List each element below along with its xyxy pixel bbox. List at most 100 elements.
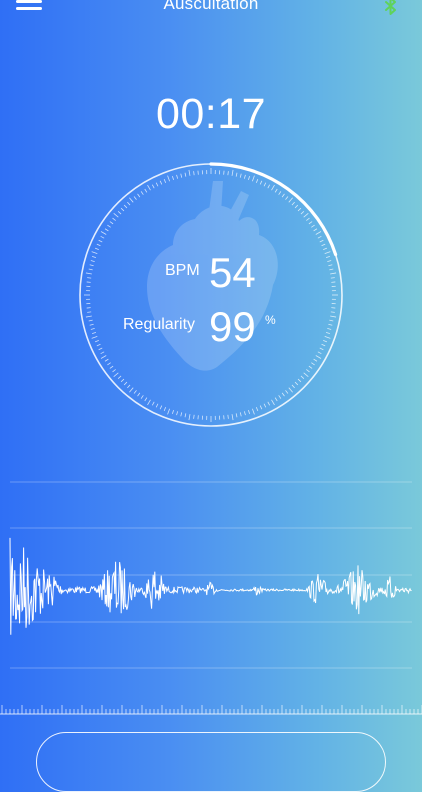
dial-tick [156,404,158,408]
dial-tick [298,208,301,211]
dial-tick [236,173,237,177]
dial-tick [129,388,133,393]
record-button[interactable] [36,732,386,792]
dial-tick [244,175,245,179]
dial-tick [268,402,270,406]
dial-tick [134,196,136,199]
dial-tick [327,328,331,329]
dial-tick [304,213,309,217]
dial-tick [91,261,95,262]
dial-tick [141,395,143,398]
dial-tick [309,222,312,224]
dial-tick [320,240,324,242]
heart-sound-waveform [0,480,422,670]
regularity-unit: % [265,313,276,327]
dial-tick [107,225,110,227]
dial-tick [232,170,233,176]
dial-tick [181,412,182,416]
dial-tick [322,344,326,346]
dial-tick [177,411,178,415]
bpm-label: BPM [165,262,200,280]
dial-tick [89,320,93,321]
dial-tick [101,232,106,235]
bluetooth-icon [382,0,400,18]
dial-tick [306,369,309,371]
dial-tick [185,413,186,417]
dial-tick [240,174,241,178]
dial-tick [92,336,98,338]
dial-tick [95,248,99,249]
dial-tick [329,269,333,270]
dial-tick [89,269,93,270]
dial-tick [232,414,233,420]
dial-tick [285,390,287,393]
dial-tick [92,332,96,333]
elapsed-timer: 00:17 [0,90,422,139]
dial-tick [164,407,165,411]
dial-tick [318,236,322,238]
dial-tick [95,340,99,341]
dial-tick [289,198,293,203]
dial-tick [272,185,275,190]
dial-tick [99,348,103,350]
dial-tick [279,395,281,398]
dial-tick [86,316,92,317]
dial-tick [110,366,113,368]
dial-tick [329,320,333,321]
dial-tick [301,211,304,214]
dial-tick [320,348,324,350]
dial-tick [124,382,127,385]
dial-tick [325,336,331,338]
dial-tick [316,356,321,359]
dial-tick [129,198,133,203]
dial-tick [118,211,121,214]
dial-tick [189,170,190,176]
dial-tick [295,382,298,385]
regularity-label: Regularity [123,316,195,334]
dial-tick [92,252,98,254]
dial-tick [264,404,266,408]
dial-tick [92,256,96,257]
dial-tick [328,265,332,266]
dial-tick [127,202,130,205]
dial-tick [121,208,124,211]
dial-tick [301,376,304,379]
dial-tick [316,232,321,235]
dial-tick [282,194,284,197]
dial-tick [121,379,124,382]
dial-tick [306,218,309,220]
dial-tick [323,340,327,341]
dial-tick [181,174,182,178]
dial-tick [298,379,301,382]
dial-tick [189,414,190,420]
dial-tick [172,176,173,180]
dial-tick [260,181,262,185]
dial-tick [97,344,101,346]
dial-tick [112,369,115,371]
dial-tick [160,181,162,185]
dial-tick [127,385,130,388]
dial-tick [285,196,287,199]
dial-tick [194,415,195,419]
dial-tick [105,359,108,361]
dial-tick [331,278,335,279]
dial-tick [248,410,249,414]
dial-tick [101,356,106,359]
dial-tick [314,229,317,231]
dial-tick [268,185,270,189]
dial-tick [110,222,113,224]
dial-tick [279,191,281,194]
dial-tick [325,252,331,254]
dial-tick [256,179,257,183]
dial-tick [194,171,195,175]
dial-tick [177,175,178,179]
dial-tick [240,412,241,416]
dial-tick [292,385,295,388]
top-bar: Auscultation [0,0,422,24]
dial-tick [264,183,266,187]
dial-tick [87,312,91,313]
dial-tick [172,410,173,414]
dial-tick [228,415,229,419]
dial-tick [275,189,277,192]
dial-tick [160,406,162,410]
